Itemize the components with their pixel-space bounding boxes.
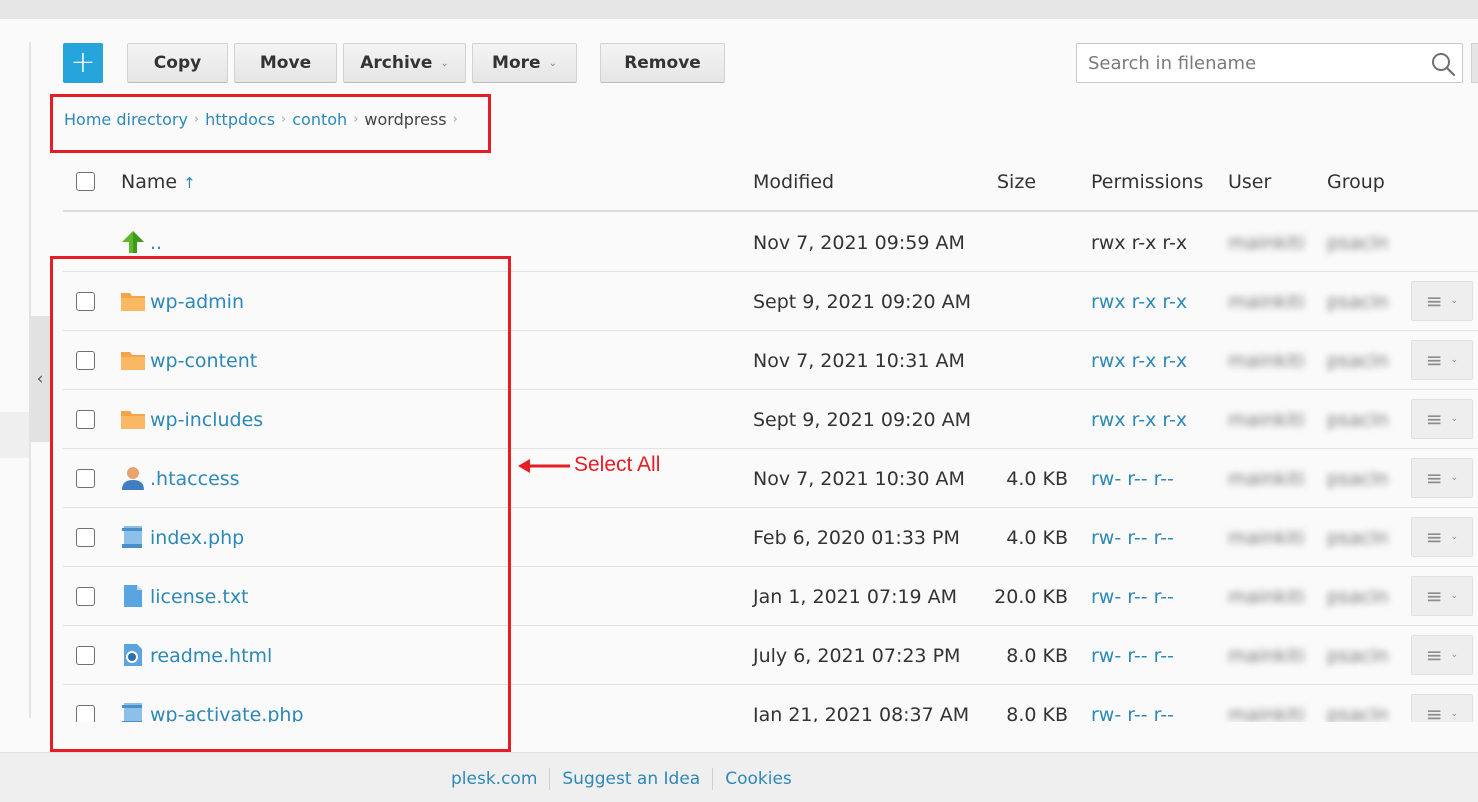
row-user: mainkiti [1228,290,1305,313]
row-group: psacln [1327,526,1389,549]
menu-icon: ≡ [1425,525,1443,549]
row-user: mainkiti [1228,467,1305,490]
row-size: 4.0 KB [1006,526,1068,549]
footer-link-plesk[interactable]: plesk.com [451,769,537,789]
footer-divider [549,768,551,790]
row-group: psacln [1327,290,1389,313]
column-size[interactable]: Size [997,171,1036,193]
row-actions-button[interactable]: ≡ ⌄ [1411,340,1473,380]
row-modified: Sept 9, 2021 09:20 AM [753,290,972,313]
row-size: 8.0 KB [1006,703,1068,723]
row-permissions[interactable]: rw- r-- r-- [1091,508,1174,567]
arrow-left-icon [518,459,570,473]
row-actions-button[interactable]: ≡ ⌄ [1411,694,1473,722]
menu-icon: ≡ [1425,289,1443,313]
column-group[interactable]: Group [1327,171,1385,193]
row-permissions[interactable]: rwx r-x r-x [1091,272,1187,331]
row-permissions[interactable]: rw- r-- r-- [1091,449,1174,508]
footer-divider [712,768,714,790]
row-size: 4.0 KB [1006,467,1068,490]
row-modified: Nov 7, 2021 10:31 AM [753,349,965,372]
row-group: psacln [1327,644,1389,667]
row-actions-button[interactable]: ≡ ⌄ [1411,576,1473,616]
chevron-down-icon: ⌄ [1450,650,1459,660]
chevron-down-icon: ⌄ [1450,532,1459,542]
footer-link-suggest-idea[interactable]: Suggest an Idea [562,769,700,789]
column-modified[interactable]: Modified [753,171,834,193]
footer: plesk.com Suggest an Idea Cookies [0,752,1478,802]
sort-ascending-icon: ↑ [183,174,196,192]
row-group: psacln [1327,408,1389,431]
row-actions-button[interactable]: ≡ ⌄ [1411,458,1473,498]
footer-link-cookies[interactable]: Cookies [725,769,792,789]
menu-icon: ≡ [1425,702,1443,722]
select-all-annotation: Select All [574,453,661,476]
row-user: mainkiti [1228,408,1305,431]
column-name-label: Name [121,171,178,193]
chevron-down-icon: ⌄ [1450,355,1459,365]
row-actions-button[interactable]: ≡ ⌄ [1411,635,1473,675]
row-modified: Jan 21, 2021 08:37 AM [753,703,970,723]
chevron-down-icon: ⌄ [1450,709,1459,719]
menu-icon: ≡ [1425,407,1443,431]
row-actions-button[interactable]: ≡ ⌄ [1411,399,1473,439]
row-user: mainkiti [1228,231,1305,254]
row-group: psacln [1327,467,1389,490]
table-header: Name ↑ Modified Size Permissions User Gro… [63,152,1478,212]
row-user: mainkiti [1228,526,1305,549]
menu-icon: ≡ [1425,348,1443,372]
row-size: 20.0 KB [994,585,1068,608]
row-modified: July 6, 2021 07:23 PM [753,644,961,667]
chevron-down-icon: ⌄ [1450,296,1459,306]
menu-icon: ≡ [1425,643,1443,667]
row-user: mainkiti [1228,585,1305,608]
chevron-down-icon: ⌄ [1450,414,1459,424]
parent-dir-icon [122,231,144,253]
column-permissions[interactable]: Permissions [1091,171,1203,193]
row-permissions[interactable]: rw- r-- r-- [1091,567,1174,626]
row-permissions[interactable]: rwx r-x r-x [1091,390,1187,449]
row-permissions[interactable]: rwx r-x r-x [1091,331,1187,390]
chevron-down-icon: ⌄ [1450,591,1459,601]
row-modified: Sept 9, 2021 09:20 AM [753,408,972,431]
row-modified: Nov 7, 2021 09:59 AM [753,231,965,254]
row-modified: Jan 1, 2021 07:19 AM [753,585,958,608]
row-size: 8.0 KB [1006,644,1068,667]
row-modified: Nov 7, 2021 10:30 AM [753,467,965,490]
row-permissions[interactable]: rw- r-- r-- [1091,685,1174,723]
row-user: mainkiti [1228,644,1305,667]
row-actions-button[interactable]: ≡ ⌄ [1411,517,1473,557]
row-actions-button[interactable]: ≡ ⌄ [1411,281,1473,321]
row-user: mainkiti [1228,349,1305,372]
row-group: psacln [1327,703,1389,723]
row-group: psacln [1327,231,1389,254]
select-all-checkbox[interactable] [76,172,95,191]
column-name[interactable]: Name ↑ [121,171,196,193]
row-group: psacln [1327,349,1389,372]
column-user[interactable]: User [1228,171,1271,193]
menu-icon: ≡ [1425,584,1443,608]
row-permissions: rwx r-x r-x [1091,231,1188,254]
rows-highlight-box [50,256,511,752]
row-modified: Feb 6, 2020 01:33 PM [753,526,960,549]
row-group: psacln [1327,585,1389,608]
menu-icon: ≡ [1425,466,1443,490]
row-permissions[interactable]: rw- r-- r-- [1091,626,1174,685]
row-user: mainkiti [1228,703,1305,723]
chevron-down-icon: ⌄ [1450,473,1459,483]
